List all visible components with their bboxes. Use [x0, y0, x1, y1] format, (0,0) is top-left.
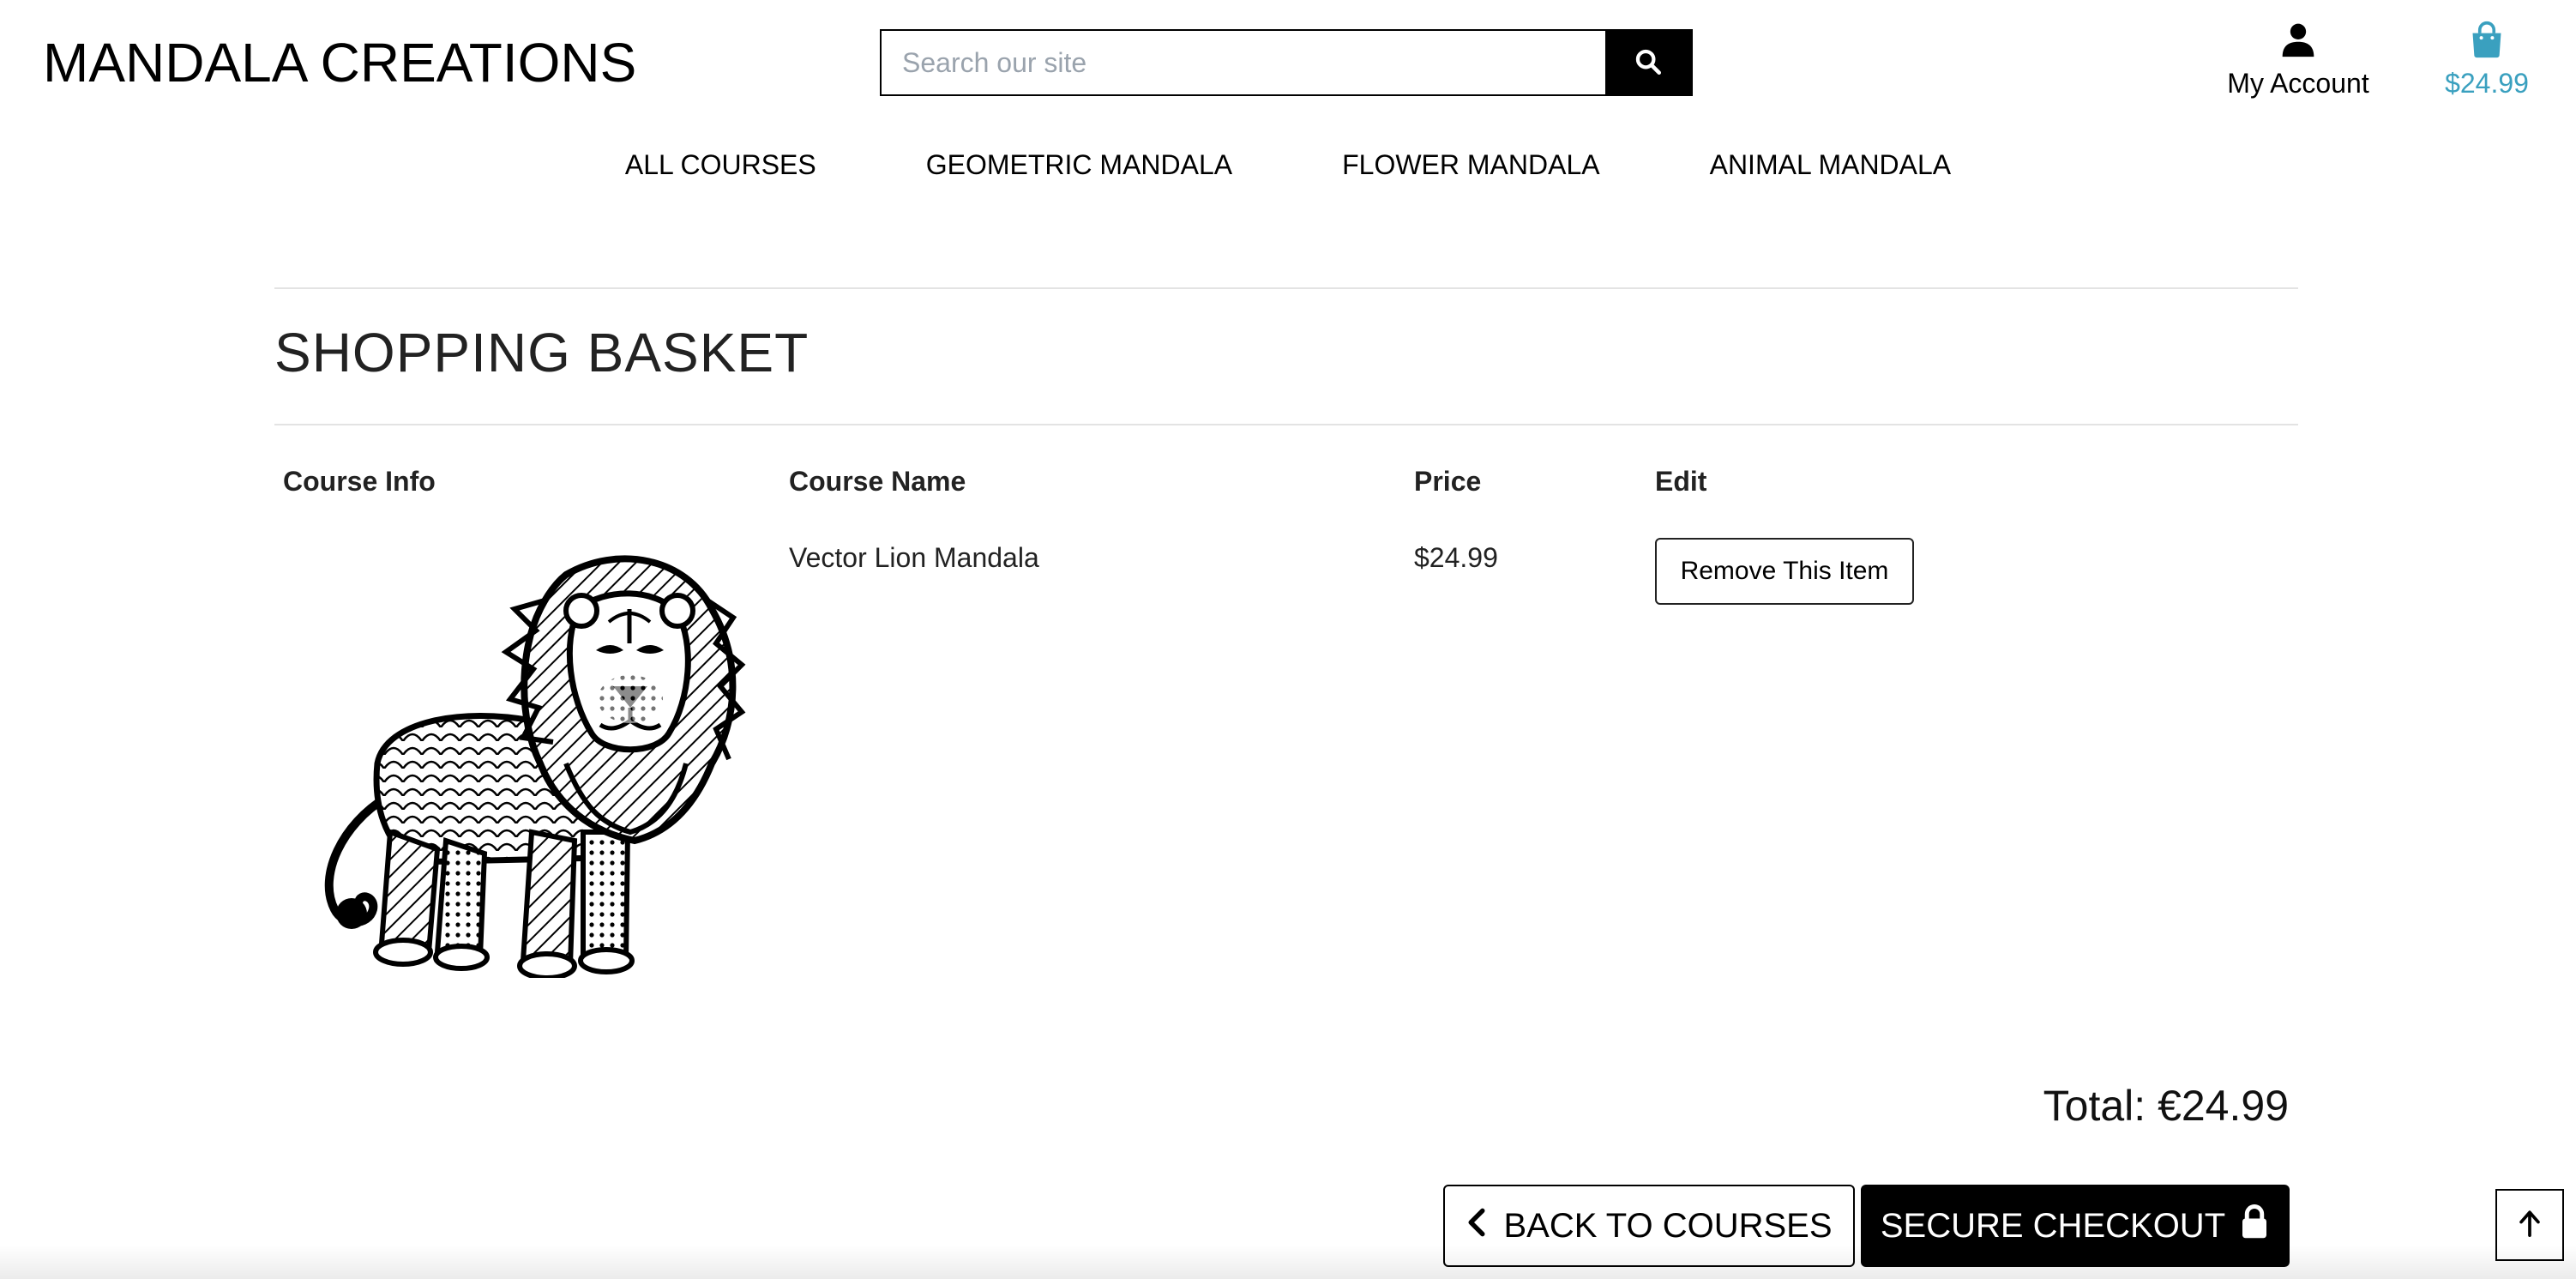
user-icon — [2279, 23, 2317, 62]
header-course-name: Course Name — [789, 466, 966, 497]
search-icon — [1634, 47, 1663, 79]
site-logo[interactable]: MANDALA CREATIONS — [43, 31, 636, 94]
remove-item-button[interactable]: Remove This Item — [1655, 538, 1914, 605]
divider — [274, 287, 2298, 289]
chevron-left-icon — [1466, 1207, 1488, 1246]
search-button[interactable] — [1605, 31, 1691, 94]
arrow-up-icon — [2517, 1209, 2543, 1242]
header-course-info: Course Info — [283, 466, 436, 497]
my-account-link[interactable]: My Account — [2221, 21, 2375, 100]
search-input[interactable] — [882, 31, 1605, 94]
nav-all-courses[interactable]: ALL COURSES — [625, 149, 816, 181]
divider — [274, 424, 2298, 425]
basket-grand-total: Total: €24.99 — [2043, 1082, 2289, 1130]
nav-geometric-mandala[interactable]: GEOMETRIC MANDALA — [926, 149, 1232, 181]
my-account-label: My Account — [2227, 68, 2369, 99]
page-title: SHOPPING BASKET — [274, 322, 810, 383]
shopping-bag-icon — [2468, 21, 2506, 62]
back-to-top-button[interactable] — [2495, 1189, 2564, 1261]
nav-flower-mandala[interactable]: FLOWER MANDALA — [1342, 149, 1599, 181]
search-bar — [880, 29, 1693, 96]
lock-icon — [2239, 1204, 2270, 1248]
basket-total: $24.99 — [2445, 68, 2529, 99]
header-price: Price — [1414, 466, 1482, 497]
back-to-courses-label: BACK TO COURSES — [1503, 1206, 1833, 1245]
back-to-courses-button[interactable]: BACK TO COURSES — [1443, 1185, 1855, 1267]
lion-mandala-image — [309, 549, 746, 980]
secure-checkout-button[interactable]: SECURE CHECKOUT — [1861, 1185, 2290, 1267]
basket-link[interactable]: $24.99 — [2435, 21, 2538, 100]
course-price: $24.99 — [1414, 542, 1498, 573]
secure-checkout-label: SECURE CHECKOUT — [1880, 1206, 2226, 1245]
nav-animal-mandala[interactable]: ANIMAL MANDALA — [1710, 149, 1952, 181]
course-name: Vector Lion Mandala — [789, 542, 1039, 573]
main-nav: ALL COURSES GEOMETRIC MANDALA FLOWER MAN… — [0, 149, 2576, 181]
header-edit: Edit — [1655, 466, 1707, 497]
